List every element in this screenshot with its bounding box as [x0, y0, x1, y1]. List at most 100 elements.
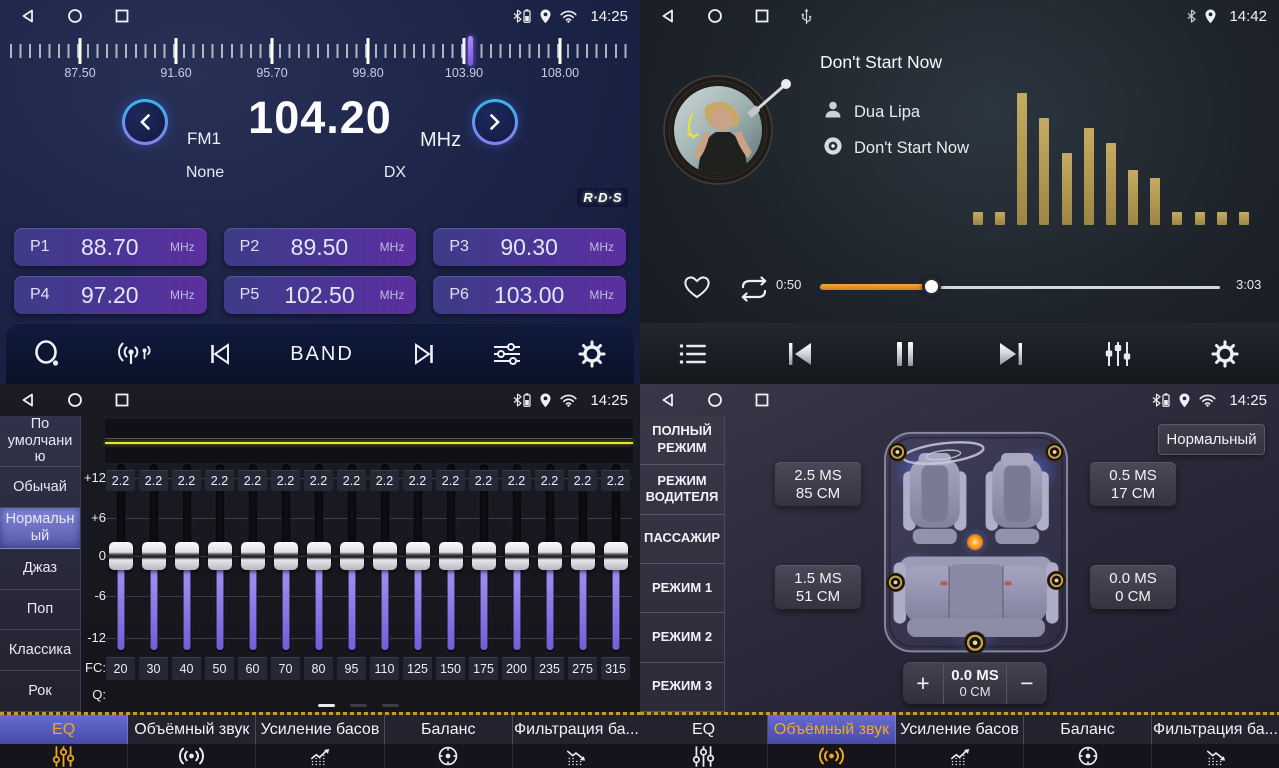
slider-knob[interactable]	[505, 542, 529, 570]
recents-icon[interactable]	[754, 8, 770, 24]
listener-position-dot[interactable]	[967, 534, 983, 550]
eq-band-slider[interactable]	[368, 464, 401, 654]
settings-gear-icon[interactable]	[573, 335, 611, 373]
pause-icon[interactable]	[889, 336, 921, 372]
tab-surround[interactable]: Объёмный звук	[768, 715, 896, 744]
eq-band-q-value[interactable]: 2.2	[535, 470, 564, 491]
eq-band-fc-value[interactable]: 110	[370, 657, 399, 680]
back-icon[interactable]	[20, 392, 36, 408]
repeat-icon[interactable]	[734, 272, 774, 306]
eq-band-slider[interactable]	[203, 464, 236, 654]
next-icon[interactable]	[404, 338, 442, 370]
eq-band-slider[interactable]	[566, 464, 599, 654]
eq-band-slider[interactable]	[533, 464, 566, 654]
recents-icon[interactable]	[114, 8, 130, 24]
eq-band-slider[interactable]	[467, 464, 500, 654]
eq-band-q-value[interactable]: 2.2	[172, 470, 201, 491]
eq-band-q-value[interactable]: 2.2	[271, 470, 300, 491]
radio-preset-button[interactable]: P497.20MHz	[14, 276, 207, 314]
soundfield-mode-item[interactable]: ПОЛНЫЙ РЕЖИМ	[640, 416, 724, 465]
bass-filter-icon[interactable]	[513, 744, 640, 768]
rear-left-delay-card[interactable]: 1.5 MS 51 CM	[775, 565, 861, 609]
eq-band-fc-value[interactable]: 50	[205, 657, 234, 680]
recents-icon[interactable]	[114, 392, 130, 408]
eq-band-slider[interactable]	[500, 464, 533, 654]
slider-knob[interactable]	[472, 542, 496, 570]
eq-band-q-value[interactable]: 2.2	[436, 470, 465, 491]
slider-knob[interactable]	[406, 542, 430, 570]
tab-bass-filter[interactable]: Фильтрация ба...	[1152, 715, 1279, 744]
eq-band-q-value[interactable]: 2.2	[568, 470, 597, 491]
eq-band-fc-value[interactable]: 125	[403, 657, 432, 680]
rear-right-delay-card[interactable]: 0.0 MS 0 CM	[1090, 565, 1176, 609]
radio-preset-button[interactable]: P289.50MHz	[224, 228, 417, 266]
eq-band-slider[interactable]	[302, 464, 335, 654]
eq-band-q-value[interactable]: 2.2	[106, 470, 135, 491]
slider-knob[interactable]	[307, 542, 331, 570]
eq-band-fc-value[interactable]: 80	[304, 657, 333, 680]
settings-gear-icon[interactable]	[1206, 335, 1244, 373]
eq-sliders-icon[interactable]	[640, 744, 768, 768]
eq-band-fc-value[interactable]: 20	[106, 657, 135, 680]
soundfield-mode-item[interactable]: РЕЖИМ 1	[640, 564, 724, 613]
tab-bass-boost[interactable]: Усиление басов	[896, 715, 1024, 744]
bass-filter-icon[interactable]	[1152, 744, 1279, 768]
eq-band-fc-value[interactable]: 275	[568, 657, 597, 680]
eq-band-q-value[interactable]: 2.2	[205, 470, 234, 491]
progress-thumb[interactable]	[922, 277, 941, 296]
eq-band-slider[interactable]	[434, 464, 467, 654]
eq-band-fc-value[interactable]: 150	[436, 657, 465, 680]
previous-icon[interactable]	[202, 338, 240, 370]
eq-band-q-value[interactable]: 2.2	[370, 470, 399, 491]
slider-knob[interactable]	[241, 542, 265, 570]
eq-band-q-value[interactable]: 2.2	[502, 470, 531, 491]
slider-knob[interactable]	[373, 542, 397, 570]
tab-eq-sliders[interactable]: EQ	[0, 715, 128, 744]
vertical-sliders-icon[interactable]	[1100, 337, 1136, 371]
home-icon[interactable]	[67, 8, 83, 24]
eq-band-slider[interactable]	[335, 464, 368, 654]
eq-band-slider[interactable]	[401, 464, 434, 654]
soundfield-mode-item[interactable]: ПАССАЖИР	[640, 515, 724, 564]
dial-tuning-indicator[interactable]	[468, 36, 473, 66]
decrease-delay-button[interactable]: −	[1007, 663, 1047, 704]
eq-band-q-value[interactable]: 2.2	[304, 470, 333, 491]
back-icon[interactable]	[20, 8, 36, 24]
slider-knob[interactable]	[439, 542, 463, 570]
eq-band-slider[interactable]	[269, 464, 302, 654]
tab-balance[interactable]: Баланс	[385, 715, 513, 744]
tab-balance[interactable]: Баланс	[1024, 715, 1152, 744]
front-right-delay-card[interactable]: 0.5 MS 17 CM	[1090, 462, 1176, 506]
eq-sliders-icon[interactable]	[0, 744, 128, 768]
front-left-delay-card[interactable]: 2.5 MS 85 CM	[775, 462, 861, 506]
eq-band-slider[interactable]	[137, 464, 170, 654]
eq-band-fc-value[interactable]: 30	[139, 657, 168, 680]
eq-band-fc-value[interactable]: 175	[469, 657, 498, 680]
radio-preset-button[interactable]: P188.70MHz	[14, 228, 207, 266]
slider-knob[interactable]	[175, 542, 199, 570]
radio-preset-button[interactable]: P6103.00MHz	[433, 276, 626, 314]
back-icon[interactable]	[660, 392, 676, 408]
increase-delay-button[interactable]: +	[903, 663, 943, 704]
tab-eq-sliders[interactable]: EQ	[640, 715, 768, 744]
home-icon[interactable]	[707, 392, 723, 408]
eq-preset-item[interactable]: По умолчанию	[0, 416, 80, 467]
tab-bass-boost[interactable]: Усиление басов	[256, 715, 384, 744]
home-icon[interactable]	[67, 392, 83, 408]
bass-boost-icon[interactable]	[896, 744, 1024, 768]
eq-band-q-value[interactable]: 2.2	[238, 470, 267, 491]
band-button[interactable]: BAND	[286, 339, 358, 370]
eq-band-fc-value[interactable]: 200	[502, 657, 531, 680]
soundfield-preset-button[interactable]: Нормальный	[1158, 424, 1265, 455]
soundfield-mode-item[interactable]: РЕЖИМ 3	[640, 663, 724, 712]
previous-track-icon[interactable]	[781, 337, 819, 371]
home-icon[interactable]	[707, 8, 723, 24]
slider-knob[interactable]	[142, 542, 166, 570]
slider-knob[interactable]	[571, 542, 595, 570]
balance-icon[interactable]	[385, 744, 513, 768]
eq-band-fc-value[interactable]: 95	[337, 657, 366, 680]
favorite-heart-icon[interactable]	[678, 270, 716, 304]
eq-band-q-value[interactable]: 2.2	[601, 470, 630, 491]
surround-icon[interactable]	[768, 744, 896, 768]
eq-band-q-value[interactable]: 2.2	[403, 470, 432, 491]
